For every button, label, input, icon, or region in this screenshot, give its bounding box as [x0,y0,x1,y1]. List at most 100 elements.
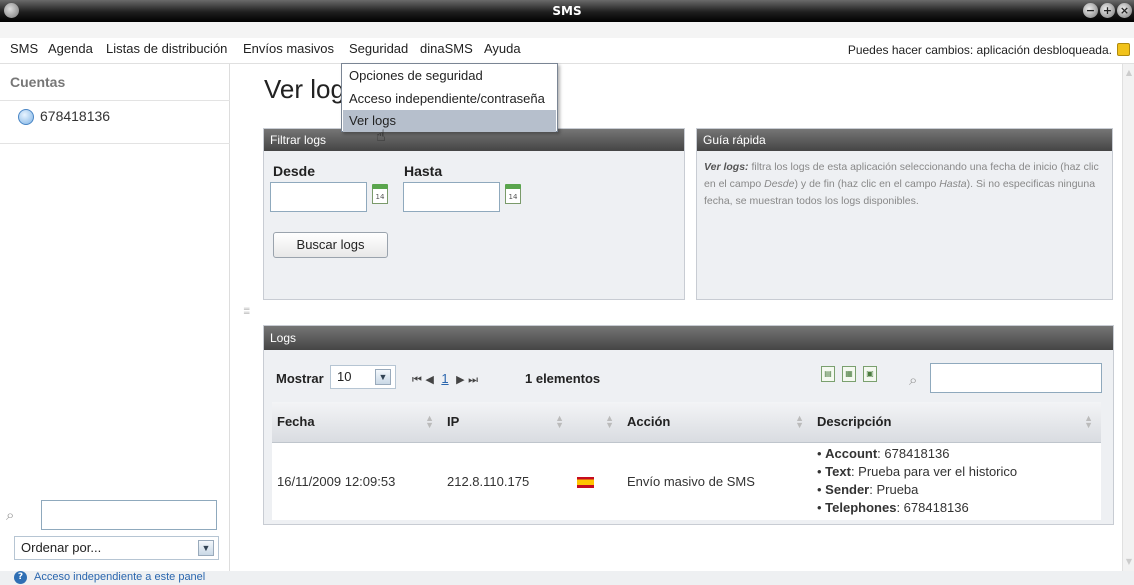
col-fecha[interactable]: Fecha ▲ ▼ [272,402,442,443]
menu-ayuda[interactable]: Ayuda [484,38,521,60]
col-descripcion-label: Descripción [817,414,892,430]
last-page-icon[interactable]: ⏭ [468,373,478,386]
sort-icon: ▲ ▼ [795,413,804,430]
col-ip-label: IP [447,414,460,430]
logs-table: Fecha ▲ ▼ IP ▲ ▼ ▲ ▼ Acción ▲ ▼ Descripción ▲ ▼ 1… [272,402,1101,520]
menu-listas[interactable]: Listas de distribución [106,38,227,60]
first-page-icon[interactable]: ⏮ [412,373,422,386]
divider [0,100,230,101]
account-item[interactable]: 678418136 [18,108,111,125]
chevron-down-icon: ▼ [375,369,391,385]
from-label: Desde [273,163,316,179]
pager: ⏮ ◀ 1 ▶ ⏭ [412,371,478,387]
col-ip[interactable]: IP ▲ ▼ [442,402,572,443]
app-icon [4,3,19,18]
close-icon[interactable]: × [1117,3,1132,18]
search-icon: ⌕ [6,506,15,524]
prev-page-icon[interactable]: ◀ [425,373,433,386]
desc-key: Text [825,464,851,480]
scroll-down-icon[interactable]: ▼ [1124,557,1134,567]
next-page-icon[interactable]: ▶ [456,373,464,386]
guide-text: ) y de fin (haz clic en el campo [794,178,940,190]
spain-flag-icon [577,476,594,488]
col-accion-label: Acción [627,414,671,430]
filter-panel-title: Filtrar logs [264,129,684,151]
quick-guide-panel: Guía rápida Ver logs: filtra los logs de… [696,128,1113,300]
from-date-input[interactable] [270,182,367,212]
logs-search-input[interactable] [930,363,1102,393]
menu-bar: SMS Agenda Listas de distribución Envíos… [0,39,1134,64]
desc-value: : 678418136 [896,500,969,516]
menu-item-security-options[interactable]: Opciones de seguridad [343,65,556,87]
sidebar-title: Cuentas [10,74,66,90]
sort-icon: ▲ ▼ [555,413,564,430]
calendar-icon[interactable]: 14 [505,184,521,204]
splitter-handle[interactable]: ═ ═ [244,306,252,319]
independent-access-link[interactable]: Acceso independiente a este panel [34,571,205,584]
lock-status-text: Puedes hacer cambios: aplicación desbloq… [847,43,1112,57]
desc-item: Account: 678418136 [817,445,1101,463]
to-label: Hasta [404,163,443,179]
cell-fecha: 16/11/2009 12:09:53 [272,442,442,520]
hand-cursor-icon: ☝ [376,126,386,145]
menu-sms[interactable]: SMS [10,38,38,60]
page-size-select[interactable]: 10 ▼ [330,365,396,389]
menu-agenda[interactable]: Agenda [48,38,93,60]
calendar-icon[interactable]: 14 [372,184,388,204]
sidebar-search-input[interactable] [41,500,217,530]
show-label: Mostrar [276,371,324,386]
logs-panel-title: Logs [264,326,1113,350]
menu-item-view-logs[interactable]: Ver logs [343,110,556,132]
security-dropdown-menu: Opciones de seguridad Acceso independien… [341,63,558,132]
col-country[interactable]: ▲ ▼ [572,402,622,443]
page-size-value: 10 [337,369,352,384]
window-title: SMS [552,4,582,18]
account-label: 678418136 [40,108,111,124]
guide-em: Desde [764,178,795,190]
sidebar: Cuentas 678418136 ⌕ Ordenar por... ▼ [0,64,230,571]
search-logs-button[interactable]: Buscar logs [273,232,388,258]
menu-envios[interactable]: Envíos masivos [243,38,334,60]
col-descripcion[interactable]: Descripción ▲ ▼ [812,402,1101,443]
divider [0,143,230,144]
cell-descripcion: Account: 678418136 Text: Prueba para ver… [812,442,1101,520]
desc-key: Account [825,446,878,462]
top-strip [0,22,1134,38]
export-copy-icon[interactable]: ▤ [821,366,835,382]
desc-item: Telephones: 678418136 [817,499,1101,517]
vertical-scrollbar[interactable]: ▲ ▼ [1122,64,1134,571]
filter-panel: Filtrar logs Desde Hasta 14 14 Buscar lo… [263,128,685,300]
account-icon [18,109,34,125]
sort-icon: ▲ ▼ [425,413,434,430]
minimize-icon[interactable]: − [1083,3,1098,18]
menu-seguridad[interactable]: Seguridad [349,38,408,60]
quick-guide-title: Guía rápida [697,129,1112,151]
to-date-input[interactable] [403,182,500,212]
sort-select[interactable]: Ordenar por... ▼ [14,536,219,560]
desc-value: : Prueba [869,482,919,498]
col-accion[interactable]: Acción ▲ ▼ [622,402,812,443]
desc-key: Telephones [825,500,897,516]
help-icon: ? [14,571,27,584]
result-count: 1 elementos [525,371,601,386]
menu-dinasms[interactable]: dinaSMS [420,38,473,60]
desc-key: Sender [825,482,870,498]
footer: ? Acceso independiente a este panel [0,571,1134,585]
desc-value: : Prueba para ver el historico [850,464,1018,480]
maximize-icon[interactable]: + [1100,3,1115,18]
export-excel-icon[interactable]: ▣ [863,366,877,382]
desc-item: Text: Prueba para ver el historico [817,463,1101,481]
guide-lead: Ver logs: [704,161,749,173]
table-row[interactable]: 16/11/2009 12:09:53 212.8.110.175 Envío … [272,442,1101,520]
scroll-up-icon[interactable]: ▲ [1124,68,1134,78]
menu-item-independent-access[interactable]: Acceso independiente/contraseña [343,88,556,110]
quick-guide-text: Ver logs: filtra los logs de esta aplica… [704,159,1108,210]
sort-select-label: Ordenar por... [21,540,102,555]
export-csv-icon[interactable]: ▦ [842,366,856,382]
sort-icon: ▲ ▼ [1084,413,1093,430]
col-fecha-label: Fecha [277,414,315,430]
lock-icon[interactable] [1117,43,1130,56]
search-icon: ⌕ [909,371,918,389]
page-number-link[interactable]: 1 [441,371,448,386]
logs-panel: Logs Mostrar 10 ▼ ⏮ ◀ 1 ▶ ⏭ 1 elementos … [263,325,1114,525]
